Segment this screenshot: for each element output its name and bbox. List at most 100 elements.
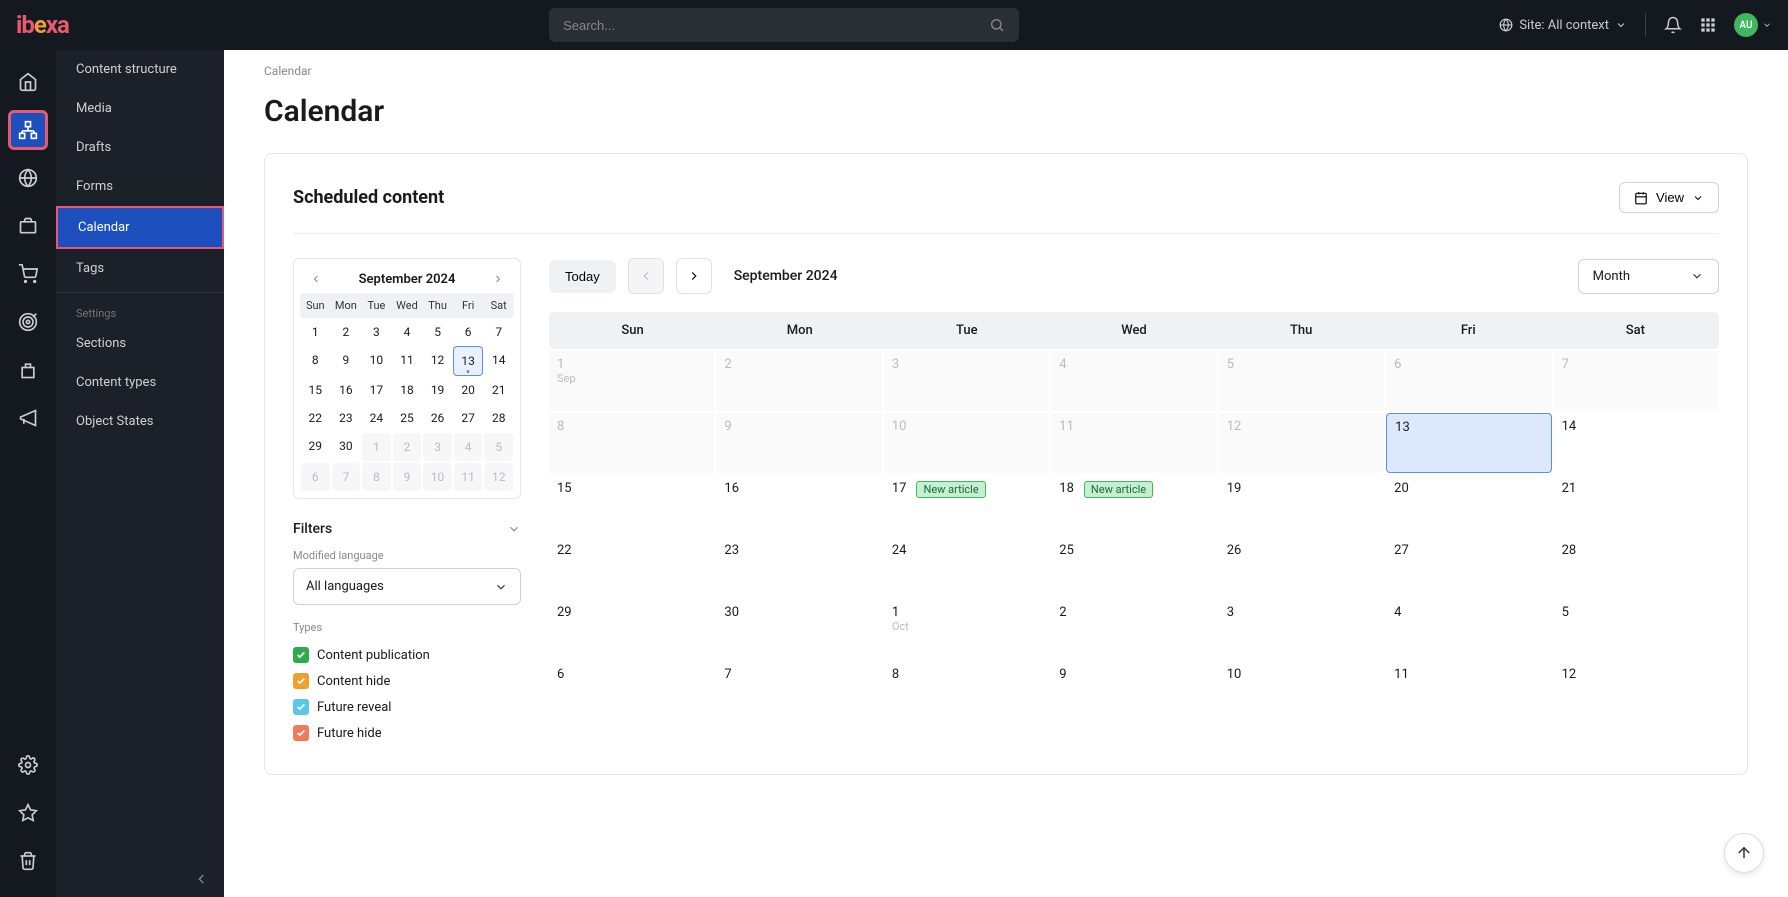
bigcal-cell[interactable]: 2 — [716, 351, 881, 411]
minical-day[interactable]: 9 — [331, 346, 362, 376]
minical-day[interactable]: 7 — [483, 318, 514, 346]
calendar-event[interactable]: New article — [1084, 481, 1153, 498]
minical-next[interactable] — [486, 271, 510, 287]
rail-catalog[interactable] — [8, 206, 48, 246]
period-select[interactable]: Month — [1578, 259, 1719, 294]
minical-day[interactable]: 2 — [393, 433, 422, 461]
minical-day[interactable]: 20 — [453, 376, 484, 404]
minical-day[interactable]: 16 — [331, 376, 362, 404]
scroll-to-top[interactable] — [1724, 833, 1764, 873]
minical-day[interactable]: 3 — [423, 433, 452, 461]
minical-day[interactable]: 24 — [361, 404, 392, 432]
bigcal-cell[interactable]: 20 — [1386, 475, 1551, 535]
view-button[interactable]: View — [1619, 182, 1719, 213]
minical-day[interactable]: 11 — [392, 346, 423, 376]
bigcal-cell[interactable]: 12 — [1219, 413, 1384, 473]
rail-home[interactable] — [8, 62, 48, 102]
bigcal-cell[interactable]: 30 — [716, 599, 881, 659]
bigcal-cell[interactable]: 16 — [716, 475, 881, 535]
rail-commerce[interactable] — [8, 254, 48, 294]
rail-campaigns[interactable] — [8, 398, 48, 438]
minical-day[interactable]: 17 — [361, 376, 392, 404]
bigcal-cell[interactable]: 27 — [1386, 537, 1551, 597]
search-icon[interactable] — [989, 17, 1005, 33]
minical-day[interactable]: 23 — [331, 404, 362, 432]
bigcal-cell[interactable]: 26 — [1219, 537, 1384, 597]
bigcal-cell[interactable]: 6 — [549, 661, 714, 721]
submenu-item-tags[interactable]: Tags — [56, 249, 224, 288]
bigcal-cell[interactable]: 1Oct — [884, 599, 1049, 659]
minical-day[interactable]: 18 — [392, 376, 423, 404]
minical-day[interactable]: 13 — [453, 346, 484, 376]
rail-settings[interactable] — [8, 745, 48, 785]
minical-day[interactable]: 21 — [483, 376, 514, 404]
minical-day[interactable]: 29 — [300, 432, 331, 462]
bigcal-cell[interactable]: 21 — [1554, 475, 1719, 535]
minical-day[interactable]: 10 — [423, 463, 452, 491]
submenu-item-content-types[interactable]: Content types — [56, 363, 224, 402]
minical-day[interactable]: 2 — [331, 318, 362, 346]
minical-day[interactable]: 5 — [422, 318, 453, 346]
filter-type[interactable]: Future reveal — [293, 694, 521, 720]
bigcal-cell[interactable]: 22 — [549, 537, 714, 597]
filter-type[interactable]: Future hide — [293, 720, 521, 746]
site-context-selector[interactable]: Site: All context — [1499, 18, 1627, 33]
submenu-item-object-states[interactable]: Object States — [56, 402, 224, 441]
bigcal-cell[interactable]: 9 — [1051, 661, 1216, 721]
minical-prev[interactable] — [304, 271, 328, 287]
bigcal-cell[interactable]: 10 — [1219, 661, 1384, 721]
minical-day[interactable]: 28 — [483, 404, 514, 432]
bigcal-cell[interactable]: 10 — [884, 413, 1049, 473]
minical-day[interactable]: 22 — [300, 404, 331, 432]
bigcal-cell[interactable]: 25 — [1051, 537, 1216, 597]
minical-day[interactable]: 3 — [361, 318, 392, 346]
rail-bookmarks[interactable] — [8, 793, 48, 833]
bigcal-cell[interactable]: 3 — [884, 351, 1049, 411]
minical-day[interactable]: 27 — [453, 404, 484, 432]
language-select[interactable]: All languages — [293, 568, 521, 605]
notifications-icon[interactable] — [1664, 16, 1682, 34]
minical-day[interactable]: 30 — [331, 432, 362, 462]
bigcal-cell[interactable]: 17New article — [884, 475, 1049, 535]
filter-type[interactable]: Content hide — [293, 668, 521, 694]
bigcal-cell[interactable]: 13 — [1386, 413, 1551, 473]
minical-day[interactable]: 11 — [454, 463, 483, 491]
bigcal-cell[interactable]: 15 — [549, 475, 714, 535]
apps-icon[interactable] — [1700, 17, 1716, 33]
bigcal-cell[interactable]: 11 — [1386, 661, 1551, 721]
bigcal-cell[interactable]: 18New article — [1051, 475, 1216, 535]
bigcal-cell[interactable]: 4 — [1386, 599, 1551, 659]
bigcal-cell[interactable]: 4 — [1051, 351, 1216, 411]
bigcal-prev[interactable] — [628, 258, 664, 294]
today-button[interactable]: Today — [549, 260, 616, 293]
bigcal-next[interactable] — [676, 258, 712, 294]
minical-day[interactable]: 14 — [483, 346, 514, 376]
minical-day[interactable]: 15 — [300, 376, 331, 404]
submenu-item-media[interactable]: Media — [56, 89, 224, 128]
minical-day[interactable]: 6 — [301, 463, 330, 491]
collapse-submenu[interactable] — [196, 871, 212, 887]
bigcal-cell[interactable]: 23 — [716, 537, 881, 597]
minical-day[interactable]: 8 — [300, 346, 331, 376]
rail-content[interactable] — [8, 110, 48, 150]
bigcal-cell[interactable]: 2 — [1051, 599, 1216, 659]
bigcal-cell[interactable]: 5 — [1554, 599, 1719, 659]
minical-day[interactable]: 19 — [422, 376, 453, 404]
filter-type[interactable]: Content publication — [293, 642, 521, 668]
minical-day[interactable]: 25 — [392, 404, 423, 432]
minical-day[interactable]: 6 — [453, 318, 484, 346]
submenu-item-forms[interactable]: Forms — [56, 167, 224, 206]
bigcal-cell[interactable]: 12 — [1554, 661, 1719, 721]
search-box[interactable] — [549, 8, 1019, 42]
submenu-item-drafts[interactable]: Drafts — [56, 128, 224, 167]
rail-site[interactable] — [8, 158, 48, 198]
bigcal-cell[interactable]: 8 — [884, 661, 1049, 721]
submenu-item-content-structure[interactable]: Content structure — [56, 50, 224, 89]
minical-day[interactable]: 1 — [362, 433, 391, 461]
bigcal-cell[interactable]: 9 — [716, 413, 881, 473]
bigcal-cell[interactable]: 11 — [1051, 413, 1216, 473]
submenu-item-calendar[interactable]: Calendar — [56, 206, 224, 249]
rail-deploy[interactable] — [8, 350, 48, 390]
minical-day[interactable]: 10 — [361, 346, 392, 376]
bigcal-cell[interactable]: 28 — [1554, 537, 1719, 597]
